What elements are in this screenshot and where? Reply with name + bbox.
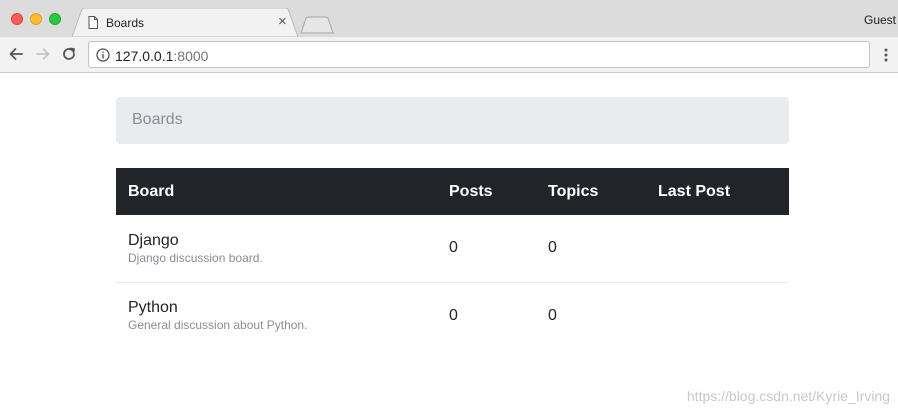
breadcrumb-item-boards: Boards — [132, 111, 183, 128]
reload-icon[interactable] — [61, 46, 77, 62]
table-row: Django Django discussion board. 0 0 — [116, 215, 789, 282]
url-host: 127.0.0.1 — [115, 48, 174, 64]
board-cell: Python General discussion about Python. — [116, 282, 437, 349]
table-body: Django Django discussion board. 0 0 Pyth… — [116, 215, 789, 349]
column-header-board: Board — [128, 182, 175, 200]
close-window-button[interactable] — [11, 13, 23, 25]
topics-count: 0 — [548, 306, 557, 324]
table-header-row: Board Posts Topics Last Post — [116, 168, 789, 215]
url-text: 127.0.0.1:8000 — [115, 48, 208, 64]
menu-kebab-icon[interactable] — [884, 47, 888, 63]
minimize-window-button[interactable] — [30, 13, 42, 25]
table-header: Board Posts Topics Last Post — [116, 168, 789, 215]
profile-label[interactable]: Guest — [864, 13, 896, 27]
new-tab-button[interactable] — [300, 16, 334, 34]
column-header-topics: Topics — [548, 182, 599, 200]
browser-tab-bar: Boards × Guest — [0, 0, 898, 37]
column-header-posts: Posts — [449, 182, 493, 200]
watermark: https://blog.csdn.net/Kyrie_Irving — [686, 388, 890, 404]
board-cell: Django Django discussion board. — [116, 215, 437, 282]
posts-count: 0 — [449, 306, 458, 324]
url-port: :8000 — [173, 48, 209, 64]
board-description: Django discussion board. — [128, 250, 263, 265]
back-arrow-icon[interactable] — [8, 46, 24, 62]
board-description: General discussion about Python. — [128, 318, 308, 333]
forward-arrow-icon[interactable] — [35, 46, 51, 62]
posts-count: 0 — [449, 239, 458, 257]
page-icon — [88, 16, 98, 29]
last-post — [646, 215, 789, 282]
browser-toolbar: 127.0.0.1:8000 — [0, 37, 898, 73]
info-icon[interactable] — [96, 48, 110, 62]
breadcrumb: Boards — [116, 97, 789, 144]
close-tab-icon[interactable]: × — [278, 13, 287, 30]
topics-count: 0 — [548, 239, 557, 257]
address-bar[interactable]: 127.0.0.1:8000 — [88, 41, 870, 68]
column-header-last-post: Last Post — [658, 182, 731, 200]
maximize-window-button[interactable] — [49, 13, 61, 25]
board-name-link[interactable]: Django — [128, 231, 437, 250]
board-name-link[interactable]: Python — [128, 298, 437, 317]
table-row: Python General discussion about Python. … — [116, 282, 789, 349]
boards-table: Board Posts Topics Last Post Django Djan… — [116, 168, 789, 349]
last-post — [646, 282, 789, 349]
browser-tab-boards[interactable]: Boards × — [72, 8, 298, 37]
tab-title: Boards — [106, 16, 145, 30]
